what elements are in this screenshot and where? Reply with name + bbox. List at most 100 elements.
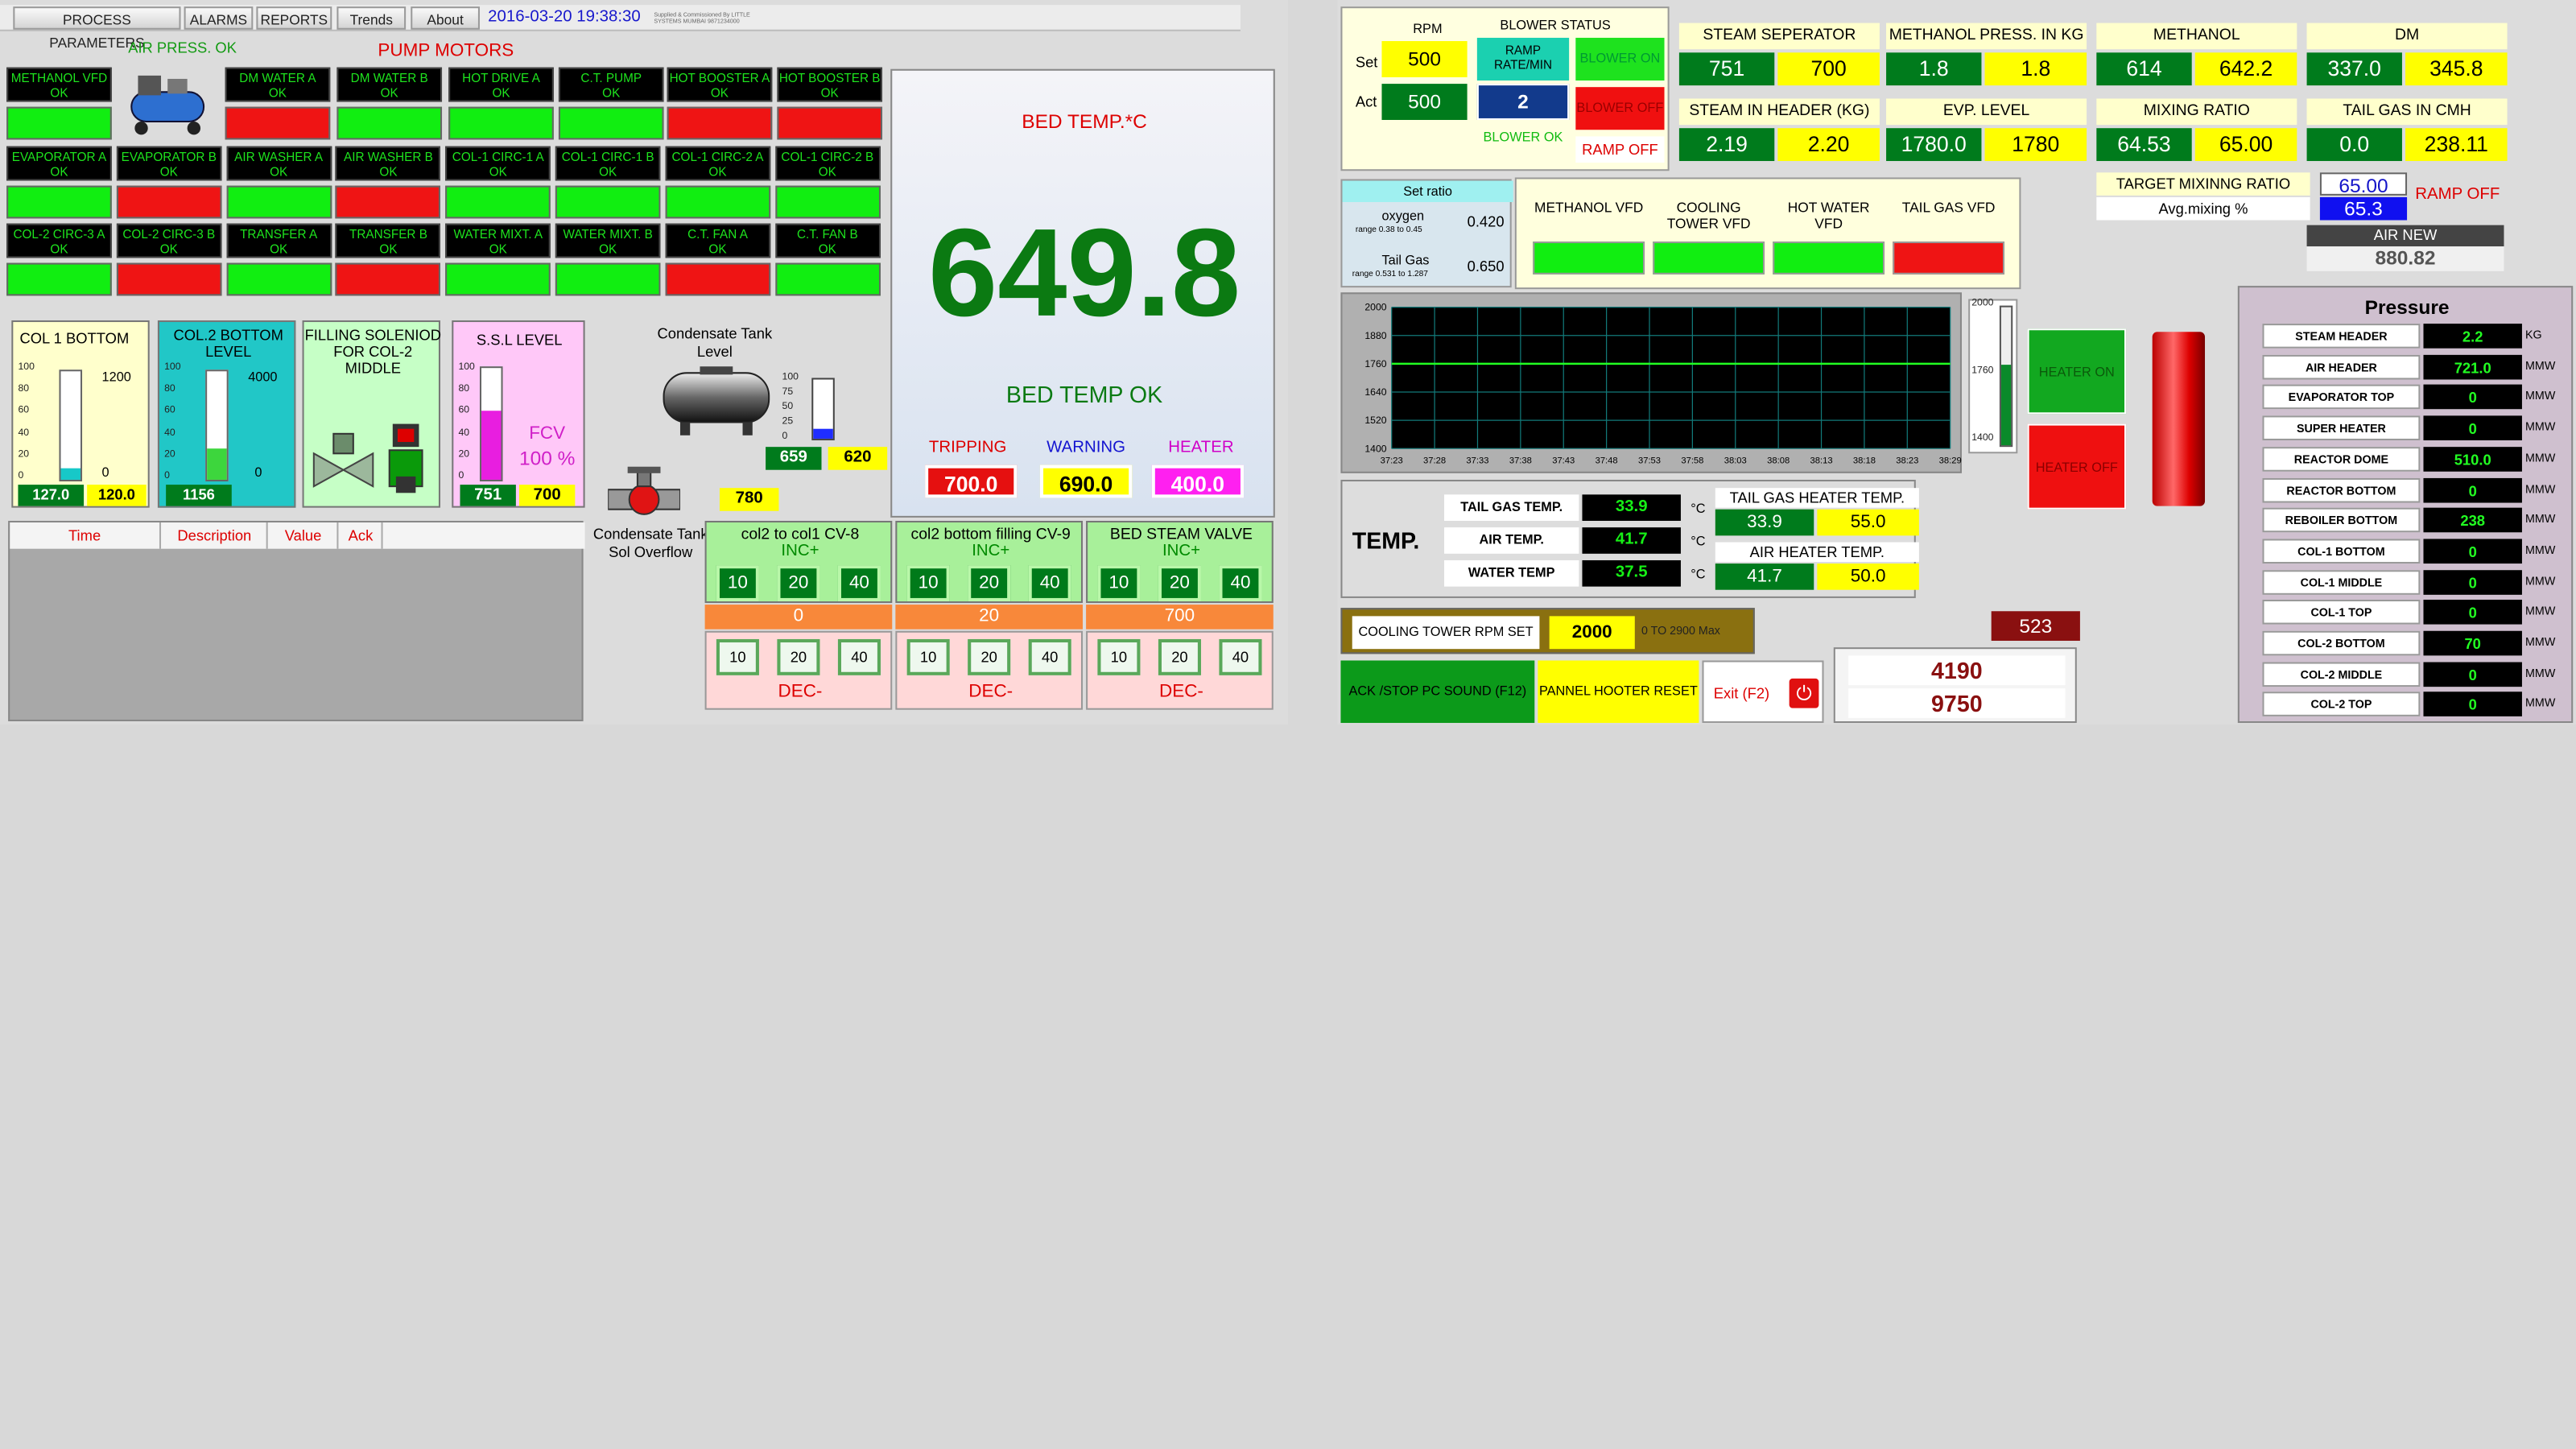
motor-evaporator-a[interactable]: EVAPORATOR A OK [6,146,112,219]
param-setpoint[interactable]: 1780 [1984,128,2087,162]
valve-inc-40-button[interactable]: 40 [837,565,881,602]
valve-dec-10-button[interactable]: 10 [1097,638,1141,675]
ack-stop-sound-button[interactable]: ACK /STOP PC SOUND (F12) [1340,660,1535,724]
valve-inc-20-button[interactable]: 20 [1158,565,1201,602]
motor-col-1-circ-2-a[interactable]: COL-1 CIRC-2 A OK [665,146,770,219]
motor-c-t-fan-b[interactable]: C.T. FAN B OK [774,223,881,296]
alarm-col-ack[interactable]: Ack [340,522,383,549]
left-panel: PROCESS PARAMETERS ALARMS REPORTS Trends… [0,0,1289,725]
param-setpoint[interactable]: 65.00 [2194,128,2297,162]
pressure-row-reactor-bottom: REACTOR BOTTOM 0 MMW [2262,477,2555,504]
valve-dec-20-button[interactable]: 20 [777,638,820,675]
motor-dm-water-a[interactable]: DM WATER A OK [225,67,331,140]
motor-col-1-circ-1-b[interactable]: COL-1 CIRC-1 B OK [555,146,661,219]
motor-hot-booster-a[interactable]: HOT BOOSTER A OK [667,67,773,140]
motor-air-washer-a[interactable]: AIR WASHER A OK [225,146,332,219]
motor-hot-drive-a[interactable]: HOT DRIVE A OK [448,67,554,140]
param-label: STEAM SEPERATOR [1678,23,1880,50]
valve-inc-40-button[interactable]: 40 [1028,565,1071,602]
motor-col-1-circ-1-a[interactable]: COL-1 CIRC-1 A OK [445,146,551,219]
motor-dm-water-b[interactable]: DM WATER B OK [336,67,443,140]
heater-off-button[interactable]: HEATER OFF [2027,423,2127,510]
valve-dec-10-button[interactable]: 10 [906,638,950,675]
motor-transfer-b[interactable]: TRANSFER B OK [336,223,441,296]
valve-dec-20-button[interactable]: 20 [1158,638,1201,675]
pressure-value: 0 [2423,661,2522,687]
motor-methanol-vfd[interactable]: METHANOL VFD OK [6,67,112,140]
motor-col-2-circ-3-a[interactable]: COL-2 CIRC-3 A OK [6,223,112,296]
valve-inc-20-button[interactable]: 20 [777,565,820,602]
alarm-col-description[interactable]: Description [163,522,268,549]
motor-evaporator-b[interactable]: EVAPORATOR B OK [116,146,222,219]
motor-status-indicator [336,262,441,296]
motor-c-t-pump[interactable]: C.T. PUMP OK [558,67,664,140]
param-setpoint[interactable]: 1.8 [1984,52,2087,86]
pressure-unit: MMW [2525,361,2556,373]
motor-col-2-circ-3-b[interactable]: COL-2 CIRC-3 B OK [116,223,222,296]
valve-dec-40-button[interactable]: 40 [1219,638,1262,675]
motor-col-1-circ-2-b[interactable]: COL-1 CIRC-2 B OK [774,146,881,219]
param-methanol-press-in-kg: METHANOL PRESS. IN KG 1.8 1.8 [1886,23,2087,89]
valve-inc-10-button[interactable]: 10 [906,565,950,602]
temp-row-value: 33.9 [1582,494,1681,521]
pressure-value: 0 [2423,692,2522,717]
valve-dec-10-button[interactable]: 10 [716,638,759,675]
param-setpoint[interactable]: 642.2 [2194,52,2297,86]
motor-status-indicator [555,262,661,296]
param-setpoint[interactable]: 2.20 [1777,128,1880,162]
motor-transfer-a[interactable]: TRANSFER A OK [225,223,332,296]
mixing-ramp-off[interactable]: RAMP OFF [2415,186,2500,204]
motor-water-mixt-b[interactable]: WATER MIXT. B OK [555,223,661,296]
filling-title: FILLING SOLENIOD FOR COL-2 MIDDLE [304,327,442,377]
valve-inc-10-button[interactable]: 10 [1097,565,1141,602]
target-mixing-value[interactable]: 65.00 [2319,172,2408,197]
pressure-value: 510.0 [2423,446,2522,472]
exit-button[interactable]: Exit (F2) ⏻ [1702,660,1824,724]
valve-dec-40-button[interactable]: 40 [837,638,881,675]
air-heater-setpoint[interactable]: 50.0 [1817,564,1919,590]
col1-bottom-box: COL 1 BOTTOM 100 80 60 40 20 0 1200 0 127.0 1… [11,320,150,508]
param-label: TAIL GAS IN CMH [2306,98,2508,126]
alarm-col-time[interactable]: Time [10,522,162,549]
rpm-set-value[interactable]: 500 [1381,41,1468,77]
valve-inc-label: INC+ [1162,542,1201,560]
motor-hot-booster-b[interactable]: HOT BOOSTER B OK [777,67,883,140]
motor-air-washer-b[interactable]: AIR WASHER B OK [336,146,441,219]
menu-about[interactable]: About [411,6,480,30]
motor-ok: OK [159,242,178,257]
ramp-rate-value[interactable]: 2 [1476,84,1570,120]
motor-c-t-fan-a[interactable]: C.T. FAN A OK [665,223,770,296]
oxygen-ratio-value[interactable]: 0.420 [1468,213,1505,229]
motor-water-mixt-a[interactable]: WATER MIXT. A OK [445,223,551,296]
blower-off-button[interactable]: BLOWER OFF [1575,87,1665,130]
alarm-col-value[interactable]: Value [270,522,339,549]
gauge-tick: 100 [164,363,181,374]
param-setpoint[interactable]: 238.11 [2405,128,2508,162]
param-steam-seperator: STEAM SEPERATOR 751 700 [1678,23,1880,89]
menu-process-parameters[interactable]: PROCESS PARAMETERS [13,6,181,51]
pressure-value: 0 [2423,415,2522,441]
pressure-unit: MMW [2525,452,2556,465]
heater-label: HEATER [1168,438,1234,457]
heater-on-button[interactable]: HEATER ON [2027,328,2127,415]
menu-alarms[interactable]: ALARMS [184,6,254,30]
col2-max: 4000 [248,369,278,385]
panel-hooter-reset-button[interactable]: PANNEL HOOTER RESET [1538,660,1699,724]
ramp-off-button[interactable]: RAMP OFF [1575,136,1665,163]
menu-reports[interactable]: REPORTS [256,6,332,30]
valve-dec-20-button[interactable]: 20 [968,638,1011,675]
tail-gas-ratio-value[interactable]: 0.650 [1468,258,1505,274]
cooling-tower-rpm-value[interactable]: 2000 [1549,616,1635,650]
blower-on-button[interactable]: BLOWER ON [1575,37,1665,81]
valve-inc-40-button[interactable]: 40 [1219,565,1262,602]
valve-dec-40-button[interactable]: 40 [1028,638,1071,675]
param-setpoint[interactable]: 700 [1777,52,1880,86]
param-steam-in-header-kg-: STEAM IN HEADER (KG) 2.19 2.20 [1678,98,1880,164]
ramp-rate-label: RAMP RATE/MIN [1476,37,1570,81]
menu-trends[interactable]: Trends [336,6,407,30]
tail-gas-heater-setpoint[interactable]: 55.0 [1817,509,1919,536]
valve-inc-20-button[interactable]: 20 [968,565,1011,602]
valve-inc-10-button[interactable]: 10 [716,565,759,602]
param-setpoint[interactable]: 345.8 [2405,52,2508,86]
motor-status-indicator [774,185,881,219]
